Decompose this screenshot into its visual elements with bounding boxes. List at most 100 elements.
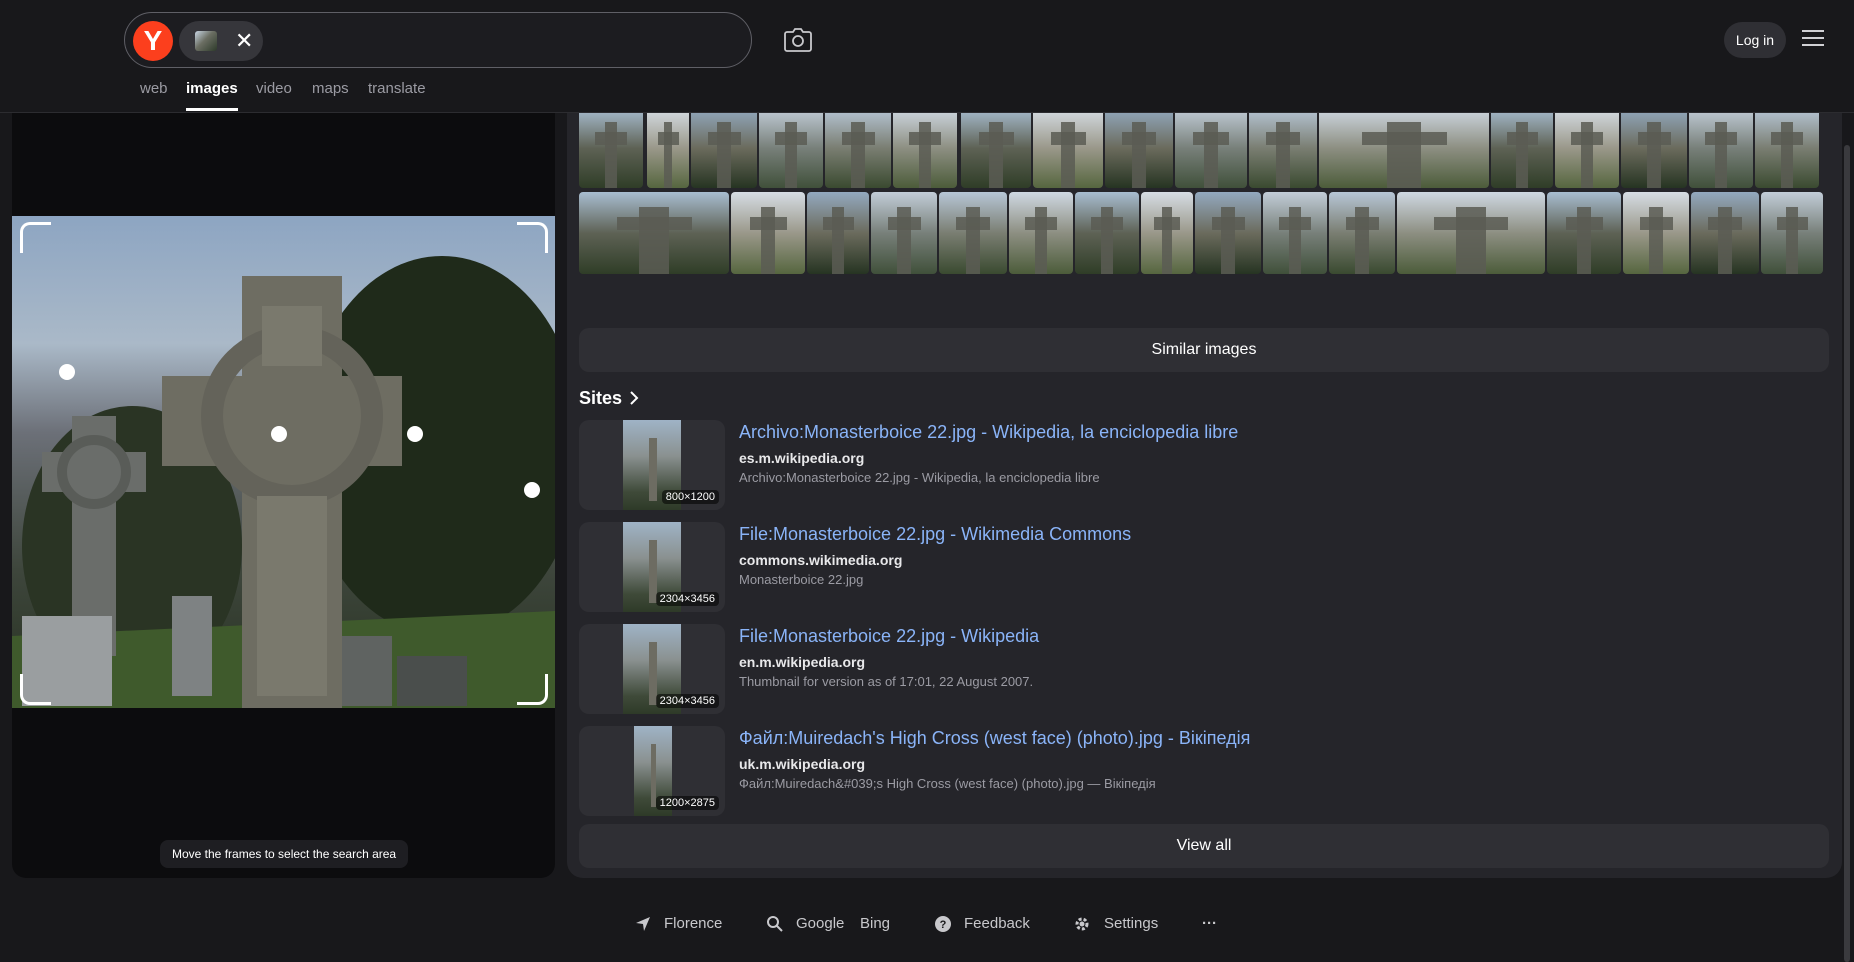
crop-frame-corner[interactable] xyxy=(20,674,51,705)
image-query-chip[interactable]: ✕ xyxy=(179,21,263,61)
query-image-panel: Move the frames to select the search are… xyxy=(12,112,555,878)
footer: Florence Google Bing ? Feedback Settings… xyxy=(0,912,1854,942)
similar-image-thumbnail[interactable] xyxy=(871,192,937,274)
chevron-right-icon xyxy=(630,391,639,405)
gear-icon xyxy=(1075,917,1089,931)
view-all-button[interactable]: View all xyxy=(579,824,1829,868)
site-title-link[interactable]: Archivo:Monasterboice 22.jpg - Wikipedia… xyxy=(739,422,1238,443)
similar-image-thumbnail[interactable] xyxy=(1249,108,1317,188)
site-description: Файл:Muiredach&#039;s High Cross (west f… xyxy=(739,776,1156,791)
similar-image-thumbnail[interactable] xyxy=(1397,192,1545,274)
camera-search-icon[interactable] xyxy=(784,28,812,52)
similar-image-thumbnail[interactable] xyxy=(1547,192,1621,274)
sites-heading-label: Sites xyxy=(579,388,623,408)
footer-location-link[interactable]: Florence xyxy=(664,912,722,936)
similar-image-thumbnail[interactable] xyxy=(1555,108,1619,188)
footer-more-button[interactable]: ··· xyxy=(1202,912,1217,936)
search-box[interactable]: Y ✕ xyxy=(124,12,752,68)
similar-image-thumbnail[interactable] xyxy=(939,192,1007,274)
site-domain[interactable]: commons.wikimedia.org xyxy=(739,552,902,568)
image-dimensions: 2304×3456 xyxy=(655,694,719,708)
tab-maps[interactable]: maps xyxy=(312,80,349,97)
site-result[interactable]: 2304×3456 File:Monasterboice 22.jpg - Wi… xyxy=(579,624,1829,714)
similar-image-thumbnail[interactable] xyxy=(1319,108,1489,188)
crop-frame-corner[interactable] xyxy=(517,674,548,705)
similar-image-thumbnail[interactable] xyxy=(1075,192,1139,274)
footer-feedback-link[interactable]: Feedback xyxy=(964,912,1030,936)
similar-image-thumbnail[interactable] xyxy=(1623,192,1689,274)
site-description: Monasterboice 22.jpg xyxy=(739,572,864,587)
similar-image-thumbnail[interactable] xyxy=(825,108,891,188)
site-thumbnail[interactable]: 2304×3456 xyxy=(579,624,725,714)
similar-image-thumbnail[interactable] xyxy=(1105,108,1173,188)
similar-image-thumbnail[interactable] xyxy=(1691,192,1759,274)
location-arrow-icon xyxy=(636,917,650,931)
similar-image-thumbnail[interactable] xyxy=(1009,192,1073,274)
similar-image-thumbnail[interactable] xyxy=(1621,108,1687,188)
similar-image-thumbnail[interactable] xyxy=(893,108,957,188)
similar-image-thumbnail[interactable] xyxy=(1491,108,1553,188)
tab-web[interactable]: web xyxy=(140,80,168,97)
crop-handle[interactable] xyxy=(271,426,287,442)
similar-image-thumbnail[interactable] xyxy=(1689,108,1753,188)
similar-image-thumbnail[interactable] xyxy=(961,108,1031,188)
image-dimensions: 1200×2875 xyxy=(655,796,719,810)
similar-image-thumbnail[interactable] xyxy=(1263,192,1327,274)
site-title-link[interactable]: Файл:Muiredach's High Cross (west face) … xyxy=(739,728,1250,749)
footer-bing-link[interactable]: Bing xyxy=(860,912,890,936)
search-icon xyxy=(767,916,783,932)
site-description: Thumbnail for version as of 17:01, 22 Au… xyxy=(739,674,1034,689)
similar-image-thumbnail[interactable] xyxy=(1755,108,1819,188)
similar-image-thumbnail[interactable] xyxy=(731,192,805,274)
similar-image-thumbnail[interactable] xyxy=(1329,192,1395,274)
similar-image-thumbnail[interactable] xyxy=(1761,192,1823,274)
svg-text:?: ? xyxy=(940,919,947,931)
crop-frame-corner[interactable] xyxy=(517,222,548,253)
site-thumbnail[interactable]: 800×1200 xyxy=(579,420,725,510)
site-title-link[interactable]: File:Monasterboice 22.jpg - Wikipedia xyxy=(739,626,1039,647)
footer-settings-link[interactable]: Settings xyxy=(1104,912,1158,936)
site-result[interactable]: 2304×3456 File:Monasterboice 22.jpg - Wi… xyxy=(579,522,1829,612)
site-description: Archivo:Monasterboice 22.jpg - Wikipedia… xyxy=(739,470,1100,485)
site-domain[interactable]: en.m.wikipedia.org xyxy=(739,654,865,670)
crop-handle[interactable] xyxy=(407,426,423,442)
similar-image-thumbnail[interactable] xyxy=(759,108,823,188)
footer-google-link[interactable]: Google xyxy=(796,912,844,936)
similar-image-thumbnail[interactable] xyxy=(647,108,689,188)
image-dimensions: 2304×3456 xyxy=(655,592,719,606)
menu-icon[interactable] xyxy=(1802,30,1824,48)
similar-image-thumbnail[interactable] xyxy=(579,108,643,188)
crop-frame-corner[interactable] xyxy=(20,222,51,253)
page-scrollbar[interactable] xyxy=(1844,145,1850,962)
similar-image-thumbnail[interactable] xyxy=(579,192,729,274)
crop-handle[interactable] xyxy=(59,364,75,380)
image-dimensions: 800×1200 xyxy=(661,490,719,504)
site-domain[interactable]: uk.m.wikipedia.org xyxy=(739,756,865,772)
crop-hint-tooltip: Move the frames to select the search are… xyxy=(160,840,409,868)
yandex-logo[interactable]: Y xyxy=(133,21,173,61)
similar-image-thumbnail[interactable] xyxy=(807,192,869,274)
tab-images[interactable]: images xyxy=(186,80,238,97)
similar-image-thumbnail[interactable] xyxy=(1175,108,1247,188)
sites-heading[interactable]: Sites xyxy=(579,388,639,409)
clear-image-button[interactable]: ✕ xyxy=(235,28,253,54)
site-result[interactable]: 1200×2875 Файл:Muiredach's High Cross (w… xyxy=(579,726,1829,816)
tab-video[interactable]: video xyxy=(256,80,292,97)
query-photo xyxy=(12,216,555,708)
login-button[interactable]: Log in xyxy=(1724,22,1786,58)
similar-image-thumbnail[interactable] xyxy=(1195,192,1261,274)
similar-images-button[interactable]: Similar images xyxy=(579,328,1829,372)
similar-image-thumbnail[interactable] xyxy=(691,108,757,188)
site-title-link[interactable]: File:Monasterboice 22.jpg - Wikimedia Co… xyxy=(739,524,1131,545)
query-image-thumbnail xyxy=(195,31,217,51)
header: Y ✕ Log in web images video maps transla… xyxy=(0,0,1854,113)
tab-translate[interactable]: translate xyxy=(368,80,426,97)
crop-handle[interactable] xyxy=(524,482,540,498)
site-domain[interactable]: es.m.wikipedia.org xyxy=(739,450,864,466)
help-circle-icon: ? xyxy=(935,916,951,932)
similar-image-thumbnail[interactable] xyxy=(1033,108,1103,188)
site-thumbnail[interactable]: 2304×3456 xyxy=(579,522,725,612)
similar-image-thumbnail[interactable] xyxy=(1141,192,1193,274)
site-thumbnail[interactable]: 1200×2875 xyxy=(579,726,725,816)
site-result[interactable]: 800×1200 Archivo:Monasterboice 22.jpg - … xyxy=(579,420,1829,510)
